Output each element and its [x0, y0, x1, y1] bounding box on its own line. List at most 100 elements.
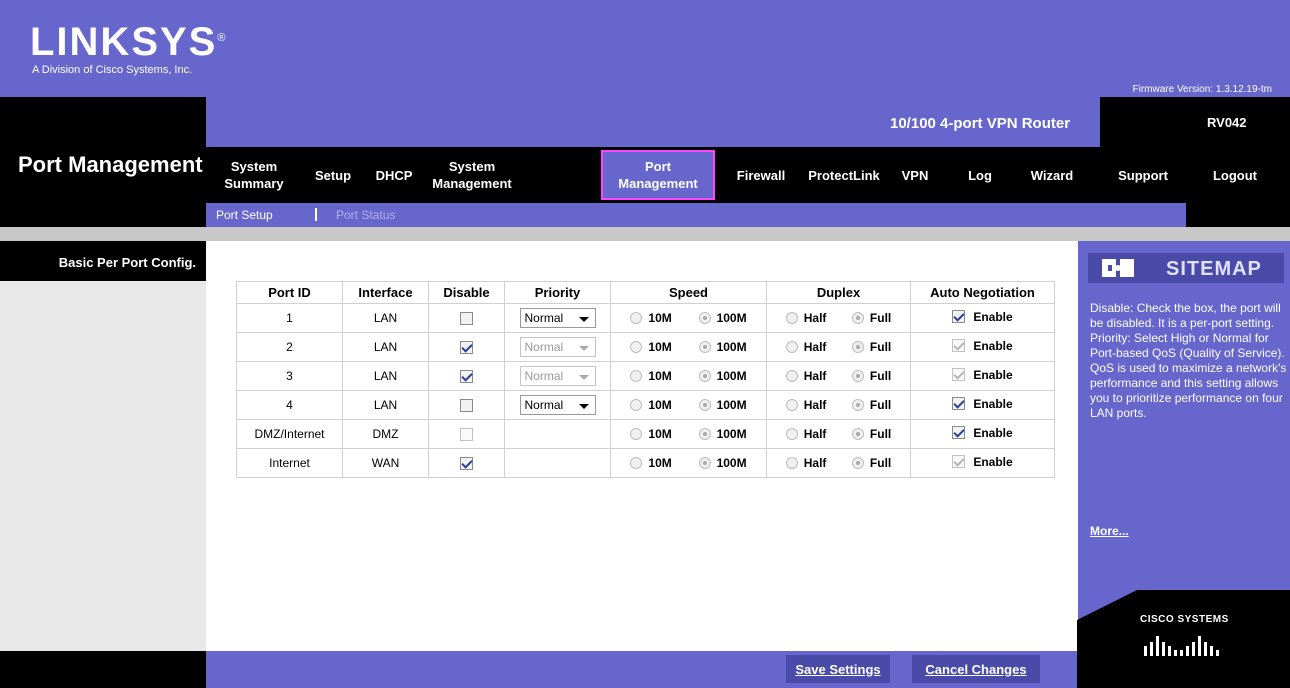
speed-radio[interactable]	[630, 312, 643, 324]
speed-radio[interactable]	[630, 457, 643, 469]
speed-radio[interactable]	[630, 370, 643, 382]
product-model: RV042	[1207, 115, 1247, 130]
nav-support[interactable]: Support	[1106, 147, 1180, 203]
speed-radio[interactable]	[698, 428, 711, 440]
duplex-label: Half	[803, 398, 827, 412]
speed-option[interactable]: 10M	[630, 340, 672, 354]
col-port-id: Port ID	[236, 281, 343, 304]
speed-option[interactable]: 10M	[630, 369, 672, 383]
duplex-option[interactable]: Half	[785, 456, 826, 470]
duplex-option[interactable]: Half	[785, 340, 826, 354]
duplex-radio[interactable]	[785, 312, 798, 324]
speed-option[interactable]: 100M	[698, 340, 747, 354]
speed-option[interactable]: 10M	[630, 311, 672, 325]
auto-negotiation-checkbox[interactable]	[952, 426, 966, 440]
duplex-radio[interactable]	[785, 370, 798, 382]
auto-negotiation-option[interactable]: Enable	[952, 309, 1013, 324]
duplex-option[interactable]: Half	[785, 427, 826, 441]
speed-label: 100M	[716, 427, 747, 441]
priority-cell	[504, 448, 611, 478]
duplex-option[interactable]: Full	[851, 456, 891, 470]
speed-option[interactable]: 100M	[698, 369, 747, 383]
auto-negotiation-checkbox[interactable]	[952, 310, 966, 324]
auto-negotiation-cell: Enable	[910, 390, 1055, 420]
duplex-option[interactable]: Full	[851, 369, 891, 383]
duplex-option[interactable]: Full	[851, 311, 891, 325]
auto-negotiation-option[interactable]: Enable	[952, 397, 1013, 411]
more-link[interactable]: More...	[1090, 524, 1129, 538]
speed-option[interactable]: 100M	[698, 311, 747, 325]
speed-radio[interactable]	[630, 399, 643, 411]
nav-setup[interactable]: Setup	[302, 147, 364, 203]
priority-cell: Normal	[504, 303, 611, 333]
disable-checkbox[interactable]	[460, 399, 473, 413]
subnav-port-setup[interactable]: Port Setup	[216, 208, 273, 222]
speed-option[interactable]: 10M	[630, 398, 672, 412]
speed-radio[interactable]	[630, 428, 643, 440]
auto-negotiation-checkbox[interactable]	[952, 397, 966, 411]
nav-wizard[interactable]: Wizard	[1018, 147, 1086, 203]
priority-select[interactable]: Normal	[519, 395, 596, 415]
auto-negotiation-option: Enable	[952, 454, 1013, 469]
duplex-option[interactable]: Full	[851, 427, 891, 441]
auto-negotiation-option[interactable]: Enable	[952, 426, 1013, 440]
priority-select: Normal	[519, 337, 596, 357]
priority-select[interactable]: Normal	[519, 308, 596, 328]
duplex-radio[interactable]	[785, 341, 798, 353]
cancel-changes-button[interactable]: Cancel Changes	[912, 655, 1040, 683]
duplex-radio[interactable]	[851, 428, 864, 440]
speed-radio[interactable]	[698, 312, 711, 324]
duplex-radio[interactable]	[785, 399, 798, 411]
duplex-radio[interactable]	[851, 312, 864, 324]
disable-checkbox[interactable]	[460, 312, 473, 326]
nav-log[interactable]: Log	[954, 147, 1006, 203]
duplex-radio[interactable]	[851, 370, 864, 382]
speed-option[interactable]: 100M	[698, 427, 747, 441]
duplex-radio[interactable]	[851, 399, 864, 411]
subnav-separator	[315, 208, 317, 221]
speed-label: 100M	[716, 369, 747, 383]
speed-radio[interactable]	[698, 341, 711, 353]
enable-label: Enable	[973, 309, 1013, 324]
duplex-option[interactable]: Full	[851, 340, 891, 354]
duplex-radio[interactable]	[851, 341, 864, 353]
subnav-port-status[interactable]: Port Status	[336, 208, 395, 222]
nav-logout[interactable]: Logout	[1190, 147, 1280, 203]
nav-system-summary[interactable]: System Summary	[206, 147, 302, 203]
nav-vpn[interactable]: VPN	[892, 147, 938, 203]
nav-system-management[interactable]: System Management	[424, 147, 520, 203]
section-label: Basic Per Port Config.	[58, 255, 196, 270]
nav-port-management[interactable]: Port Management	[601, 150, 715, 200]
speed-radio[interactable]	[630, 341, 643, 353]
enable-label: Enable	[973, 454, 1013, 469]
priority-cell: Normal	[504, 332, 611, 362]
nav-firewall[interactable]: Firewall	[726, 147, 796, 203]
nav-dhcp[interactable]: DHCP	[364, 147, 424, 203]
linksys-logo: LINKSYS®	[30, 20, 228, 64]
auto-negotiation-checkbox	[952, 368, 966, 382]
disable-checkbox[interactable]	[460, 370, 473, 384]
duplex-option[interactable]: Half	[785, 398, 827, 412]
speed-option[interactable]: 100M	[698, 398, 747, 412]
duplex-radio[interactable]	[785, 428, 798, 440]
speed-cell: 10M 100M	[610, 303, 767, 333]
port-config-table: Port ID Interface Disable Priority Speed…	[236, 281, 1055, 478]
speed-radio[interactable]	[698, 457, 711, 469]
speed-option[interactable]: 100M	[698, 456, 747, 470]
duplex-option[interactable]: Half	[785, 369, 826, 383]
speed-option[interactable]: 10M	[630, 456, 672, 470]
speed-label: 10M	[648, 340, 672, 354]
duplex-radio[interactable]	[785, 457, 798, 469]
disable-checkbox[interactable]	[460, 457, 473, 471]
speed-option[interactable]: 10M	[630, 427, 672, 441]
left-fill	[0, 281, 206, 651]
speed-radio[interactable]	[698, 370, 711, 382]
nav-protectlink[interactable]: ProtectLink	[796, 147, 892, 203]
priority-cell: Normal	[504, 361, 611, 391]
speed-radio[interactable]	[698, 399, 711, 411]
disable-checkbox[interactable]	[460, 341, 473, 355]
duplex-option[interactable]: Half	[785, 311, 826, 325]
save-settings-button[interactable]: Save Settings	[786, 655, 890, 683]
duplex-option[interactable]: Full	[851, 398, 891, 412]
duplex-radio[interactable]	[851, 457, 864, 469]
